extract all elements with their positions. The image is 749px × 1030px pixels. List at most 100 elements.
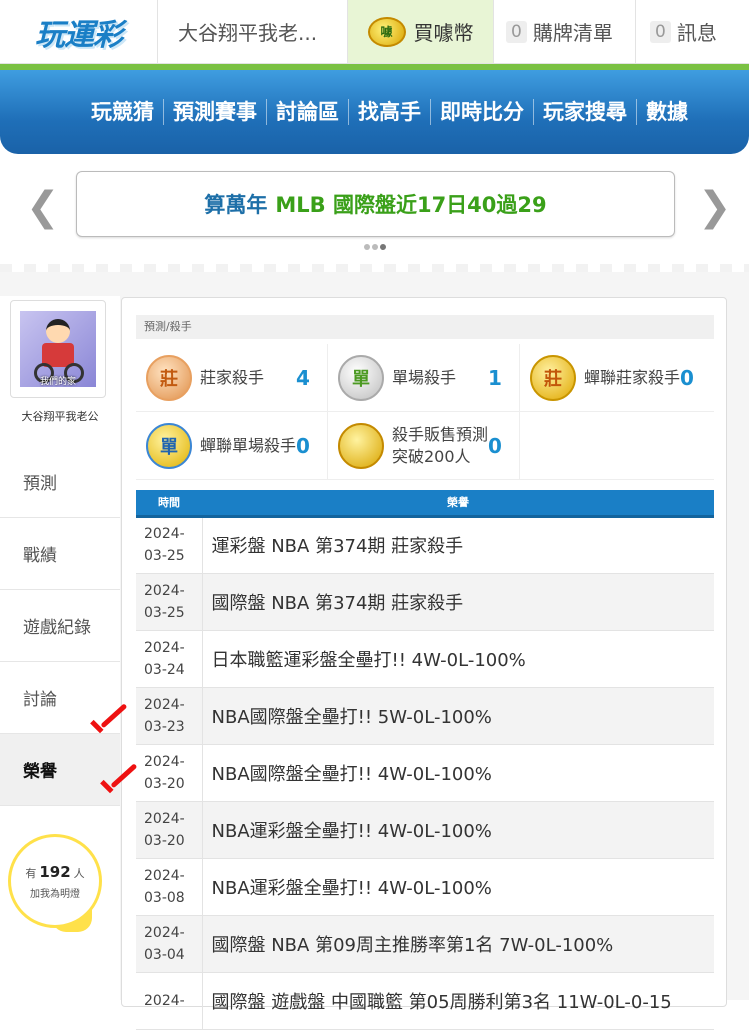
row-date: 2024- 03-20 [136, 801, 203, 858]
row-date: 2024- [136, 972, 203, 1029]
user-menu[interactable]: 大谷翔平我老... [158, 0, 348, 63]
avatar-caption: 我們的家 [39, 377, 76, 387]
consecutive-single-medal-icon: 單 [146, 422, 192, 469]
sidebar-item-predict[interactable]: 預測 [0, 446, 120, 518]
messages-label: 訊息 [676, 21, 717, 45]
badge-label: 莊家殺手 [200, 367, 265, 387]
badge-label: 蟬聯莊家殺手 [584, 367, 681, 387]
badge-count: 0 [296, 433, 310, 458]
dealer-medal-icon: 莊 [146, 354, 192, 401]
row-honor: NBA運彩盤全壘打!! 4W-0L-100% [211, 877, 492, 899]
top-bar: 玩運彩 大谷翔平我老... 噱 買噱幣 0 購牌清單 0 訊息 [0, 0, 749, 64]
buy-coins-label: 買噱幣 [413, 21, 474, 45]
table-row: 2024- 03-08 NBA運彩盤全壘打!! 4W-0L-100% [136, 858, 714, 915]
message-count-badge: 0 [650, 20, 671, 43]
sidebar-item-record[interactable]: 戰績 [0, 518, 120, 590]
badge-count: 0 [488, 433, 502, 458]
profile-name: 大谷翔平我老公 [21, 410, 99, 423]
sales-medal-icon [338, 422, 384, 469]
ticker-player: 算萬年 [204, 193, 268, 217]
cart-label: 購牌清單 [532, 21, 613, 45]
ticker-banner[interactable]: 算萬年 MLB 國際盤近17日40過29 [76, 171, 675, 237]
logo-text: 玩運彩 [35, 18, 123, 53]
avatar[interactable]: 我們的家 [10, 300, 106, 398]
sidebar-item-game-log[interactable]: 遊戲紀錄 [0, 590, 120, 662]
date-monthday: 03-23 [144, 718, 185, 735]
badge-label: 單場殺手 [392, 367, 457, 387]
carousel-dot[interactable] [372, 244, 378, 250]
row-honor: 國際盤 NBA 第09周主推勝率第1名 7W-0L-100% [211, 934, 614, 956]
nav-item-forum[interactable]: 討論區 [266, 99, 348, 125]
date-monthday: 03-24 [144, 661, 185, 678]
breadcrumb: 預測/殺手 [136, 315, 714, 339]
carousel-dot-active[interactable] [380, 244, 386, 250]
table-row: 2024- 03-23 NBA國際盤全壘打!! 5W-0L-100% [136, 687, 714, 744]
badge-row: 單 蟬聯單場殺手 0 殺手販售預測突破200人 0 [136, 412, 714, 480]
cart-button[interactable]: 0 購牌清單 [494, 0, 636, 63]
date-year: 2024- [144, 753, 185, 770]
badge-dealer-killer: 莊 莊家殺手 4 [136, 344, 328, 411]
row-date: 2024- 03-20 [136, 744, 203, 801]
site-logo[interactable]: 玩運彩 [0, 0, 158, 64]
row-honor: 日本職籃運彩盤全壘打!! 4W-0L-100% [211, 649, 526, 671]
date-year: 2024- [144, 582, 185, 599]
bulb-prefix: 有 [25, 866, 37, 880]
date-year: 2024- [144, 526, 185, 542]
badge-count: 4 [296, 365, 310, 390]
table-row: 2024- 03-25 運彩盤 NBA 第374期 莊家殺手 [136, 516, 714, 573]
table-row: 2024- 03-24 日本職籃運彩盤全壘打!! 4W-0L-100% [136, 630, 714, 687]
check-mark-icon [100, 766, 144, 796]
badge-empty [520, 412, 712, 479]
killer-badges: 莊 莊家殺手 4 單 單場殺手 1 莊 蟬聯莊家殺手 0 單 蟬聯單場殺手 0 [136, 344, 714, 480]
row-date: 2024- 03-08 [136, 858, 203, 915]
row-date: 2024- 03-23 [136, 687, 203, 744]
prev-arrow-icon[interactable]: ❮ [26, 184, 60, 230]
row-honor: NBA國際盤全壘打!! 4W-0L-100% [211, 763, 492, 785]
table-row: 2024- 國際盤 遊戲盤 中國職籃 第05周勝利第3名 11W-0L-0-15 [136, 972, 714, 1029]
badge-consecutive-dealer-killer: 莊 蟬聯莊家殺手 0 [520, 344, 712, 411]
avatar-head [46, 319, 70, 343]
single-medal-icon: 單 [338, 354, 384, 401]
date-monthday: 03-08 [144, 889, 185, 906]
row-honor: NBA國際盤全壘打!! 5W-0L-100% [211, 706, 492, 728]
row-honor: 國際盤 NBA 第374期 莊家殺手 [211, 592, 464, 614]
nav-item-live-score[interactable]: 即時比分 [430, 99, 533, 125]
badge-count: 1 [488, 365, 502, 390]
nav-item-stats[interactable]: 數據 [636, 99, 697, 125]
date-year: 2024- [144, 924, 185, 941]
table-header: 時間 榮譽 [136, 490, 714, 516]
date-year: 2024- [144, 696, 185, 713]
carousel-dot[interactable] [364, 244, 370, 250]
honor-panel: 預測/殺手 莊 莊家殺手 4 單 單場殺手 1 莊 蟬聯莊家殺手 0 單 蟬聯單… [121, 297, 727, 1029]
buy-coins-button[interactable]: 噱 買噱幣 [348, 0, 494, 63]
date-year: 2024- [144, 639, 185, 656]
badge-single-killer: 單 單場殺手 1 [328, 344, 520, 411]
messages-button[interactable]: 0 訊息 [636, 0, 749, 63]
date-year: 2024- [144, 867, 185, 884]
col-header-honor: 榮譽 [447, 496, 469, 510]
consecutive-dealer-medal-icon: 莊 [530, 354, 576, 401]
nav-item-player-search[interactable]: 玩家搜尋 [533, 99, 636, 125]
honor-table: 時間 榮譽 2024- 03-25 運彩盤 NBA 第374期 莊家殺手 2024… [136, 490, 714, 1030]
sidebar-menu: 預測 戰績 遊戲紀錄 討論 榮譽 [0, 446, 120, 806]
row-date: 2024- 03-25 [136, 516, 203, 573]
nav-item-bet[interactable]: 玩競猜 [82, 99, 163, 125]
table-row: 2024- 03-04 國際盤 NBA 第09周主推勝率第1名 7W-0L-100… [136, 915, 714, 972]
badge-sales-200: 殺手販售預測突破200人 0 [328, 412, 520, 479]
row-date: 2024- 03-04 [136, 915, 203, 972]
nav-item-experts[interactable]: 找高手 [348, 99, 430, 125]
date-monthday: 03-20 [144, 832, 185, 849]
badge-label: 蟬聯單場殺手 [200, 435, 297, 455]
next-arrow-icon[interactable]: ❯ [698, 184, 732, 230]
lightbulb-follow-button[interactable]: 有 192 人 加我為明燈 [8, 834, 102, 928]
col-header-date: 時間 [158, 496, 180, 510]
date-year: 2024- [144, 992, 185, 1009]
date-monthday: 03-04 [144, 946, 185, 963]
ticker-area: ❮ 算萬年 MLB 國際盤近17日40過29 ❯ [0, 154, 749, 274]
bulb-suffix: 人 [73, 866, 85, 880]
row-date: 2024- 03-24 [136, 630, 203, 687]
avatar-image: 我們的家 [20, 311, 96, 387]
badge-consecutive-single-killer: 單 蟬聯單場殺手 0 [136, 412, 328, 479]
table-row: 2024- 03-20 NBA國際盤全壘打!! 4W-0L-100% [136, 744, 714, 801]
nav-item-predict[interactable]: 預測賽事 [163, 99, 266, 125]
